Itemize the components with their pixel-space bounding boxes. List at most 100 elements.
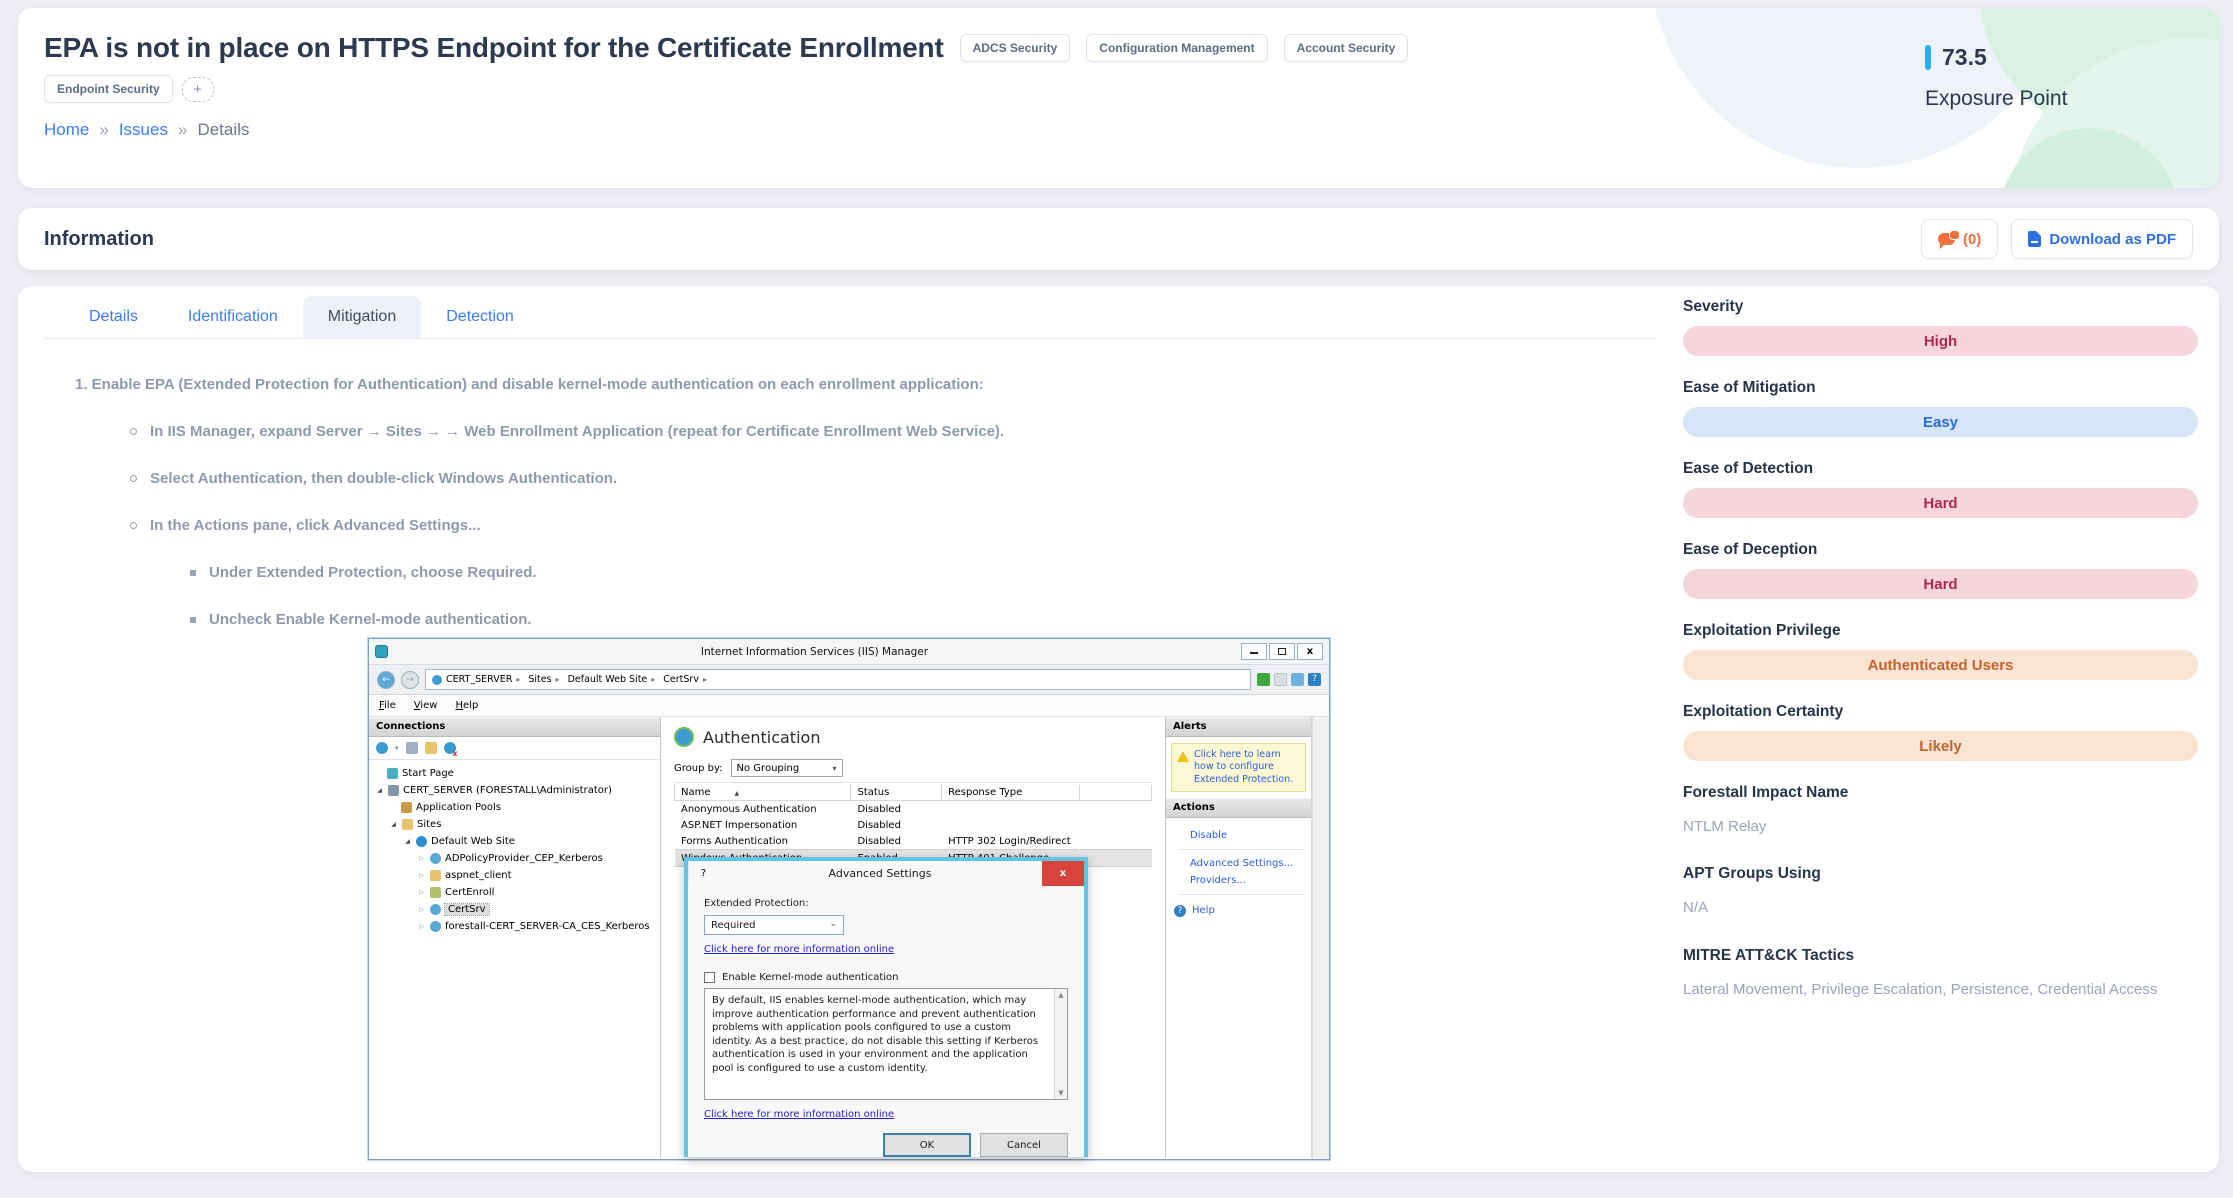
providers-link[interactable]: Providers... xyxy=(1190,872,1303,889)
disconnect-icon[interactable] xyxy=(444,742,456,754)
menu-file[interactable]: File xyxy=(379,700,396,711)
table-row[interactable]: Anonymous AuthenticationDisabled xyxy=(675,801,1152,818)
tree-item-application-pools[interactable]: Application Pools xyxy=(369,799,660,816)
collapse-arrow-icon[interactable] xyxy=(417,855,426,862)
refresh-icon[interactable] xyxy=(1291,673,1304,686)
tree-item-default-web-site[interactable]: Default Web Site xyxy=(369,833,660,850)
ok-button[interactable]: OK xyxy=(883,1133,971,1157)
authentication-title: Authentication xyxy=(703,728,820,747)
ease-of-mitigation-badge: Easy xyxy=(1683,407,2198,437)
cancel-button[interactable]: Cancel xyxy=(980,1133,1068,1157)
mitigation-substep: In IIS Manager, expand Server → Sites → … xyxy=(130,423,1658,440)
more-information-link[interactable]: Click here for more information online xyxy=(704,1109,1068,1120)
alert-link-text[interactable]: Click here to learn how to configure Ext… xyxy=(1194,749,1300,786)
collapse-arrow-icon[interactable] xyxy=(417,923,426,930)
breadcrumb-issues-link[interactable]: Issues xyxy=(119,120,168,140)
extended-protection-dropdown[interactable]: Required xyxy=(704,915,844,935)
comments-button[interactable]: (0) xyxy=(1921,219,1998,259)
add-tag-button[interactable]: + xyxy=(182,77,214,102)
kernel-mode-description: By default, IIS enables kernel-mode auth… xyxy=(705,989,1054,1099)
group-by-label: Group by: xyxy=(674,763,723,774)
close-icon[interactable] xyxy=(1297,643,1323,660)
expand-arrow-icon[interactable] xyxy=(389,821,398,828)
tab-mitigation[interactable]: Mitigation xyxy=(303,296,421,338)
connections-tree: Start Page CERT_SERVER (FORESTALL\Admini… xyxy=(369,760,660,935)
forward-icon[interactable]: → xyxy=(401,671,419,689)
severity-group: Severity High xyxy=(1683,298,2198,356)
tree-item-start-page[interactable]: Start Page xyxy=(369,765,660,782)
tree-item-certsrv[interactable]: CertSrv xyxy=(369,901,660,918)
exposure-point-label: Exposure Point xyxy=(1925,87,2067,111)
alerts-header: Alerts xyxy=(1166,717,1311,737)
address-segment[interactable]: CertSrv xyxy=(663,674,711,685)
more-information-link[interactable]: Click here for more information online xyxy=(704,944,1068,955)
address-field[interactable]: CERT_SERVER Sites Default Web Site CertS… xyxy=(425,669,1251,690)
collapse-arrow-icon[interactable] xyxy=(417,872,426,879)
start-page-icon xyxy=(387,768,398,779)
exposure-point-value: 73.5 xyxy=(1942,44,1987,71)
tag-endpoint-security[interactable]: Endpoint Security xyxy=(44,75,173,103)
disable-link[interactable]: Disable xyxy=(1190,827,1303,844)
tab-detection[interactable]: Detection xyxy=(421,296,539,338)
table-row[interactable]: ASP.NET ImpersonationDisabled xyxy=(675,817,1152,833)
folder-icon xyxy=(430,870,441,881)
warning-icon xyxy=(1177,751,1189,762)
expand-arrow-icon[interactable] xyxy=(375,787,384,794)
back-icon[interactable]: ← xyxy=(377,671,395,689)
kernel-mode-description-box: By default, IIS enables kernel-mode auth… xyxy=(704,988,1068,1100)
information-bar: Information (0) Download as PDF xyxy=(18,208,2219,270)
connect-server-icon[interactable] xyxy=(376,742,388,754)
mitigation-substep: Select Authentication, then double-click… xyxy=(130,470,1658,487)
address-segment[interactable]: Default Web Site xyxy=(568,674,660,685)
tree-item-sites[interactable]: Sites xyxy=(369,816,660,833)
breadcrumb-separator: » xyxy=(178,120,187,140)
ease-of-deception-group: Ease of Deception Hard xyxy=(1683,541,2198,599)
table-header-row[interactable]: Name Status Response Type xyxy=(675,785,1152,801)
scrollbar[interactable] xyxy=(1312,717,1329,1158)
address-segment[interactable]: Sites xyxy=(528,674,563,685)
collapse-arrow-icon[interactable] xyxy=(417,889,426,896)
menu-view[interactable]: View xyxy=(414,700,438,711)
tree-item-aspnet-client[interactable]: aspnet_client xyxy=(369,867,660,884)
dialog-close-icon[interactable]: x xyxy=(1042,861,1084,886)
group-by-dropdown[interactable]: No Grouping xyxy=(731,759,843,777)
minimize-icon[interactable] xyxy=(1241,643,1267,660)
menu-help[interactable]: Help xyxy=(455,700,478,711)
apt-groups-value: N/A xyxy=(1683,896,2198,919)
help-icon[interactable]: ? xyxy=(1308,673,1321,686)
tree-item-adpolicyprovider[interactable]: ADPolicyProvider_CEP_Kerberos xyxy=(369,850,660,867)
breadcrumb-home-link[interactable]: Home xyxy=(44,120,89,140)
iis-menu-bar: File View Help xyxy=(369,695,1329,717)
download-pdf-button[interactable]: Download as PDF xyxy=(2011,219,2193,259)
tag-configuration-management[interactable]: Configuration Management xyxy=(1086,34,1267,62)
expand-arrow-icon[interactable] xyxy=(403,838,412,845)
circle-bullet-icon xyxy=(130,522,137,529)
stop-icon[interactable] xyxy=(1274,673,1287,686)
application-icon xyxy=(430,904,441,915)
maximize-icon[interactable] xyxy=(1269,643,1295,660)
tree-item-certenroll[interactable]: CertEnroll xyxy=(369,884,660,901)
save-icon[interactable] xyxy=(406,742,418,754)
chat-bubbles-icon xyxy=(1938,233,1955,245)
square-bullet-icon xyxy=(190,570,196,576)
tree-item-server[interactable]: CERT_SERVER (FORESTALL\Administrator) xyxy=(369,782,660,799)
address-segment[interactable]: CERT_SERVER xyxy=(446,674,524,685)
table-row[interactable]: Forms AuthenticationDisabledHTTP 302 Log… xyxy=(675,833,1152,850)
tag-account-security[interactable]: Account Security xyxy=(1284,34,1409,62)
go-icon[interactable] xyxy=(1257,673,1270,686)
help-action[interactable]: ? Help xyxy=(1174,900,1303,919)
kernel-mode-checkbox[interactable] xyxy=(704,972,715,983)
tab-details[interactable]: Details xyxy=(64,296,163,338)
tree-item-forestall-ces[interactable]: forestall-CERT_SERVER-CA_CES_Kerberos xyxy=(369,918,660,935)
extended-protection-alert[interactable]: Click here to learn how to configure Ext… xyxy=(1171,743,1306,792)
scrollbar[interactable]: ▲▼ xyxy=(1054,989,1067,1099)
dialog-help-icon[interactable]: ? xyxy=(688,861,718,886)
advanced-settings-link[interactable]: Advanced Settings... xyxy=(1190,855,1303,872)
circle-bullet-icon xyxy=(130,475,137,482)
up-folder-icon[interactable] xyxy=(425,742,437,754)
iis-app-icon xyxy=(375,645,388,658)
application-pools-icon xyxy=(401,802,412,813)
tab-identification[interactable]: Identification xyxy=(163,296,303,338)
collapse-arrow-icon[interactable] xyxy=(417,906,426,913)
tag-adcs-security[interactable]: ADCS Security xyxy=(960,34,1071,62)
